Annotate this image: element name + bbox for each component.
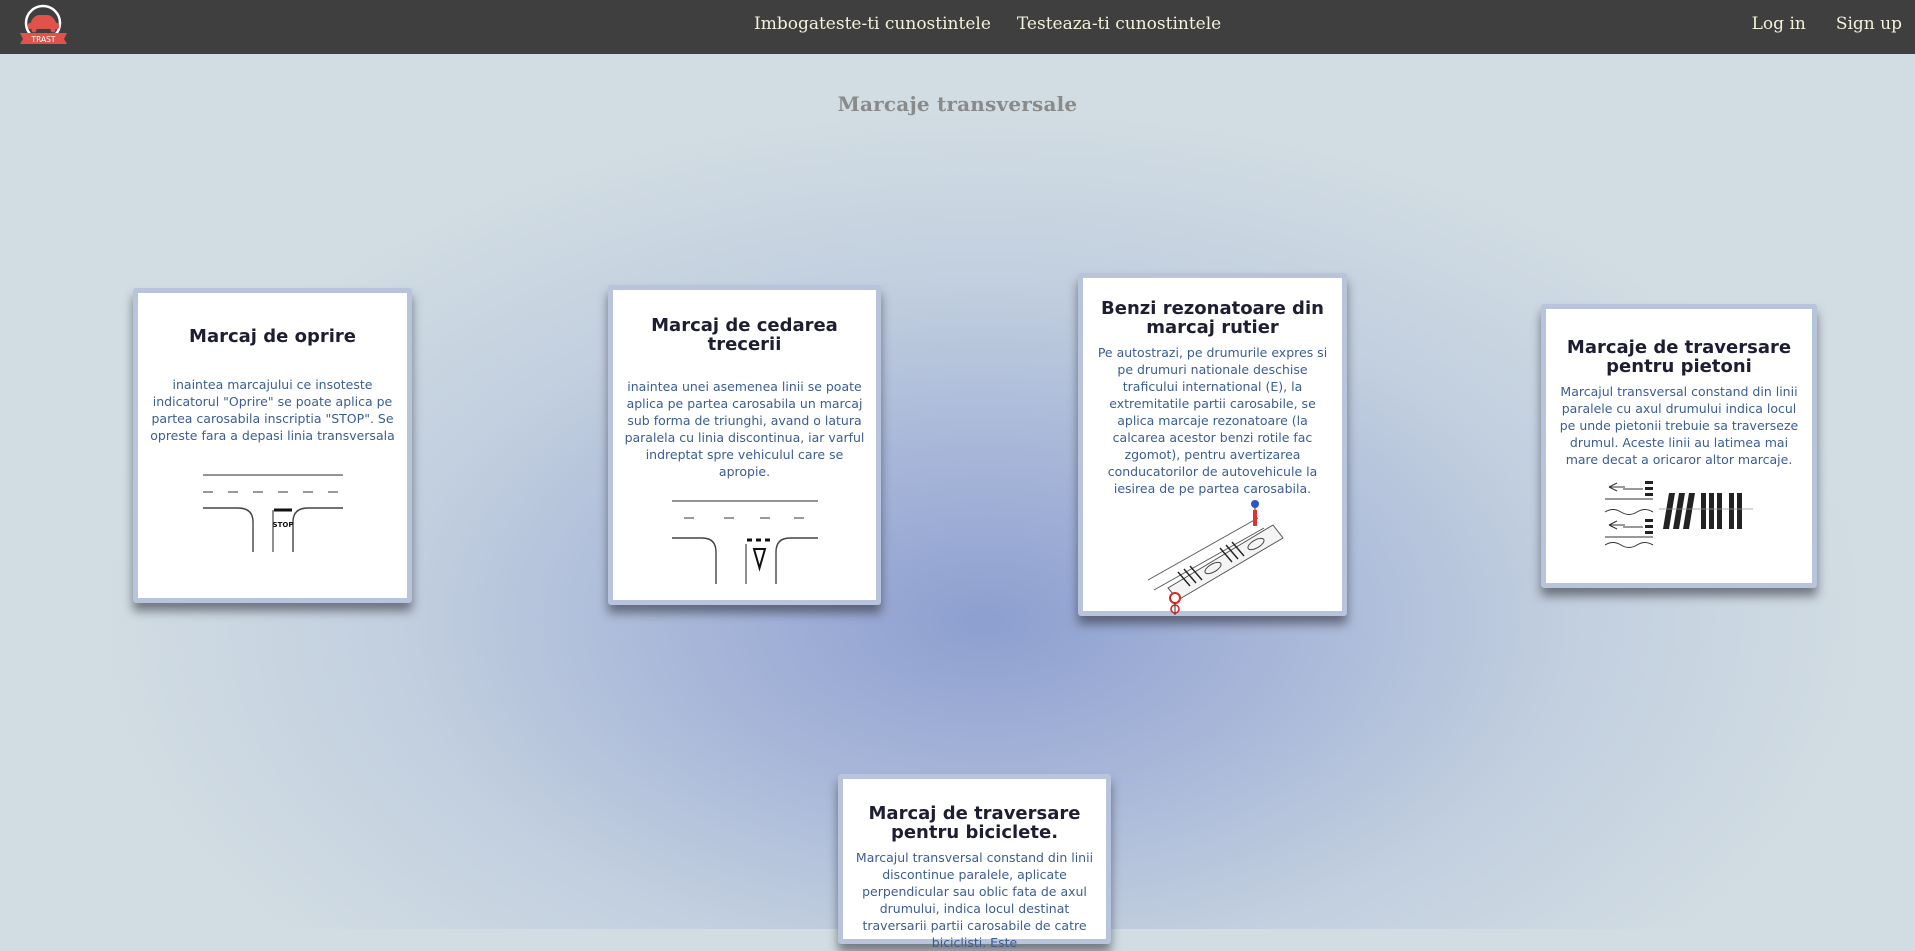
card-text: inaintea unei asemenea linii se poate ap… xyxy=(624,379,865,479)
nav-link-test[interactable]: Testeaza-ti cunostintele xyxy=(1017,14,1221,34)
card-text: inaintea marcajului ce insoteste indicat… xyxy=(150,377,395,443)
card-title: Benzi rezonatoare din marcaj rutier xyxy=(1101,298,1324,338)
stop-line-illustration: STOP xyxy=(202,474,343,552)
logo[interactable]: TRAST xyxy=(17,3,71,45)
delineator-post-icon xyxy=(1252,510,1257,526)
card-text: Marcajul transversal constand din linii … xyxy=(855,850,1094,950)
card-title: Marcaje de traversare pentru pietoni xyxy=(1566,337,1792,377)
logo-text: TRAST xyxy=(31,35,56,44)
top-navbar: TRAST Imbogateste-ti cunostintele Testea… xyxy=(0,0,1915,54)
card-yield-marking: Marcaj de cedarea trecerii inaintea unei… xyxy=(608,285,881,605)
car-logo-icon: TRAST xyxy=(20,4,67,44)
pedestrian-crossing-illustration xyxy=(1604,481,1753,548)
card-rumble-strips: Benzi rezonatoare din marcaj rutier Pe a… xyxy=(1078,273,1347,616)
card-bicycle-crossing: Marcaj de traversare pentru biciclete. M… xyxy=(838,774,1111,950)
page-title: Marcaje transversale xyxy=(837,92,1078,116)
traffic-sign-icon xyxy=(1250,500,1259,508)
card-title: Marcaj de oprire xyxy=(189,326,356,347)
card-text: Marcajul transversal constand din linii … xyxy=(1559,384,1799,467)
login-link[interactable]: Log in xyxy=(1752,14,1806,34)
card-pedestrian-crossing: Marcaje de traversare pentru pietoni Mar… xyxy=(1541,304,1817,588)
card-stop-marking: Marcaj de oprire inaintea marcajului ce … xyxy=(133,288,412,603)
yield-line-illustration xyxy=(671,500,818,584)
card-text: Pe autostrazi, pe drumurile expres si pe… xyxy=(1097,345,1328,496)
rumble-strip-illustration xyxy=(1147,500,1284,615)
card-title: Marcaj de cedarea trecerii xyxy=(651,315,838,355)
traffic-sign-icon xyxy=(1168,592,1181,604)
signup-link[interactable]: Sign up xyxy=(1836,14,1902,34)
card-title: Marcaj de traversare pentru biciclete. xyxy=(868,803,1081,843)
nav-link-learn[interactable]: Imbogateste-ti cunostintele xyxy=(754,14,991,34)
stop-inscription: STOP xyxy=(272,521,293,529)
